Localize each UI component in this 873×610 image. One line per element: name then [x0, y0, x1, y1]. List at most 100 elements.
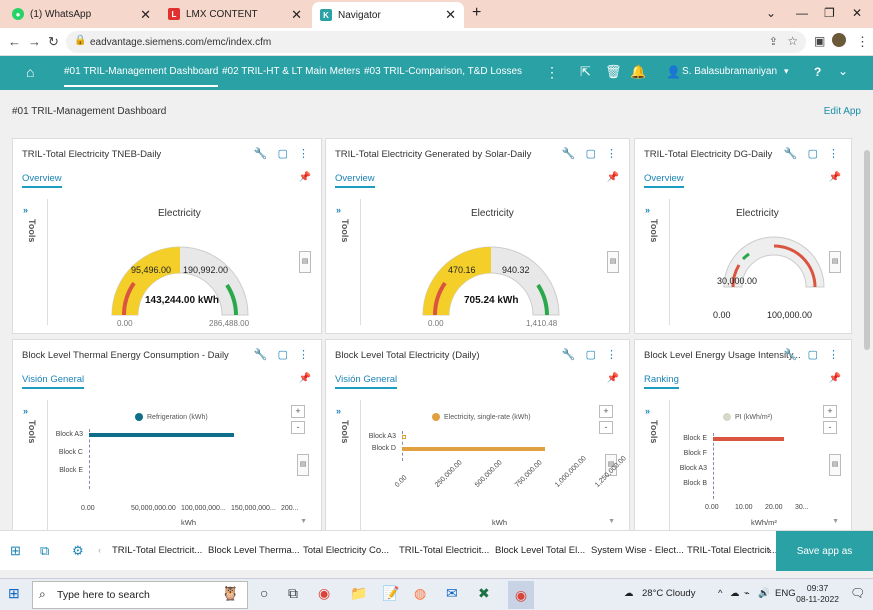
- zoom-out-button[interactable]: -: [823, 421, 837, 434]
- overview-tab[interactable]: Overview: [22, 173, 62, 188]
- more-icon[interactable]: ⋮: [298, 348, 309, 361]
- zoom-in-button[interactable]: +: [599, 405, 613, 418]
- sidepanel-icon[interactable]: ▣: [814, 34, 825, 48]
- pin-icon[interactable]: 📌: [829, 172, 841, 183]
- bell-icon[interactable]: 🔔: [630, 64, 646, 80]
- help-icon[interactable]: ?: [814, 65, 821, 79]
- chevron-down-icon[interactable]: ⌄: [766, 6, 776, 20]
- bottom-item[interactable]: Block Level Total El...: [495, 545, 585, 556]
- tools-panel[interactable]: » Tools: [23, 205, 43, 242]
- pin-icon[interactable]: 📌: [829, 373, 841, 384]
- add-widget-icon[interactable]: ⊞: [10, 543, 21, 559]
- scroll-left-icon[interactable]: ‹: [98, 545, 101, 556]
- bottom-item[interactable]: TRIL-Total Electricit...: [687, 545, 777, 556]
- bottom-item[interactable]: Block Level Therma...: [208, 545, 300, 556]
- overview-tab[interactable]: Visión General: [22, 374, 85, 389]
- scroll-down-icon[interactable]: ▼: [608, 518, 615, 525]
- tab-comparison[interactable]: #03 TRIL-Comparison, T&D Losses: [364, 66, 522, 77]
- more-icon[interactable]: ⋮: [606, 348, 617, 361]
- share-icon[interactable]: ⇪: [769, 35, 778, 48]
- table-view-icon[interactable]: ▤: [829, 454, 841, 476]
- pin-icon[interactable]: 📌: [299, 172, 311, 183]
- tab-navigator[interactable]: K Navigator ✕: [312, 2, 464, 28]
- table-view-icon[interactable]: ▤: [607, 251, 619, 273]
- volume-icon[interactable]: 🔊: [758, 588, 770, 599]
- table-view-icon[interactable]: ▤: [297, 454, 309, 476]
- copy-icon[interactable]: ⧉: [40, 543, 49, 559]
- more-icon[interactable]: ⋮: [606, 147, 617, 160]
- tools-panel[interactable]: » Tools: [645, 406, 665, 443]
- ranking-tab[interactable]: Ranking: [644, 374, 679, 389]
- more-icon[interactable]: ⋮: [298, 147, 309, 160]
- gear-icon[interactable]: ⚙: [72, 543, 84, 559]
- zoom-in-button[interactable]: +: [823, 405, 837, 418]
- pin-icon[interactable]: 📌: [607, 373, 619, 384]
- cortana-circle-icon[interactable]: ○: [260, 585, 268, 601]
- page-scrollbar[interactable]: [863, 138, 871, 530]
- wrench-icon[interactable]: 🔧: [562, 147, 576, 160]
- clock[interactable]: 09:37 08-11-2022: [796, 583, 839, 605]
- more-icon[interactable]: ⋮: [828, 147, 839, 160]
- close-icon[interactable]: ✕: [140, 7, 151, 23]
- bottom-item[interactable]: TRIL-Total Electricit...: [112, 545, 202, 556]
- scroll-down-icon[interactable]: ▼: [832, 518, 839, 525]
- bottom-item[interactable]: System Wise - Elect...: [591, 545, 684, 556]
- weather-text[interactable]: 28°C Cloudy: [642, 588, 695, 599]
- reload-icon[interactable]: ↻: [48, 34, 59, 50]
- bottom-item[interactable]: TRIL-Total Electricit...: [399, 545, 489, 556]
- restore-icon[interactable]: ❐: [824, 6, 835, 20]
- file-explorer-icon[interactable]: 📁: [350, 585, 367, 602]
- forward-icon[interactable]: →: [28, 34, 41, 49]
- tab-main-meters[interactable]: #02 TRIL-HT & LT Main Meters: [222, 66, 360, 77]
- zoom-out-button[interactable]: -: [291, 421, 305, 434]
- outlook-icon[interactable]: ✉: [446, 585, 458, 602]
- chrome-icon[interactable]: ◉: [318, 585, 330, 602]
- scroll-right-icon[interactable]: ›: [768, 545, 771, 556]
- wrench-icon[interactable]: 🔧: [254, 147, 268, 160]
- tab-whatsapp[interactable]: ● (1) WhatsApp ✕: [4, 0, 159, 28]
- close-icon[interactable]: ✕: [291, 7, 302, 23]
- zoom-in-button[interactable]: +: [291, 405, 305, 418]
- zoom-out-button[interactable]: -: [599, 421, 613, 434]
- table-view-icon[interactable]: ▤: [299, 251, 311, 273]
- edit-app-link[interactable]: Edit App: [824, 106, 861, 117]
- close-icon[interactable]: ✕: [445, 7, 456, 23]
- task-view-icon[interactable]: ⧉: [288, 585, 298, 602]
- firefox-icon[interactable]: ◍: [414, 585, 426, 602]
- window-icon[interactable]: ▢: [808, 147, 818, 160]
- pin-icon[interactable]: 📌: [607, 172, 619, 183]
- window-icon[interactable]: ▢: [278, 147, 288, 160]
- notifications-icon[interactable]: 🗨: [850, 586, 865, 600]
- overview-tab[interactable]: Overview: [644, 173, 684, 188]
- wrench-icon[interactable]: 🔧: [784, 147, 798, 160]
- menu-dots-icon[interactable]: ⋮: [856, 34, 869, 50]
- tools-panel[interactable]: » Tools: [645, 205, 665, 242]
- bottom-item[interactable]: Total Electricity Co...: [303, 545, 389, 556]
- language-indicator[interactable]: ENG: [775, 588, 796, 599]
- tools-panel[interactable]: » Tools: [336, 406, 356, 443]
- chrome-active-icon[interactable]: ◉: [508, 581, 534, 609]
- tray-chevron-icon[interactable]: ^: [718, 588, 722, 599]
- expand-icon[interactable]: ⌄: [838, 64, 848, 78]
- url-field[interactable]: 🔒 eadvantage.siemens.com/emc/index.cfm ⇪…: [66, 31, 806, 53]
- onedrive-icon[interactable]: ☁: [730, 588, 740, 599]
- minimize-icon[interactable]: —: [796, 6, 808, 20]
- scroll-down-icon[interactable]: ▼: [300, 518, 307, 525]
- wrench-icon[interactable]: 🔧: [254, 348, 268, 361]
- save-app-as-button[interactable]: Save app as: [776, 531, 873, 571]
- overview-tab[interactable]: Overview: [335, 173, 375, 188]
- more-icon[interactable]: ⋮: [545, 64, 559, 81]
- tools-panel[interactable]: » Tools: [336, 205, 356, 242]
- star-icon[interactable]: ☆: [787, 34, 798, 48]
- user-name[interactable]: S. Balasubramaniyan: [682, 66, 777, 77]
- home-icon[interactable]: ⌂: [26, 64, 34, 80]
- tab-lmx[interactable]: L LMX CONTENT ✕: [160, 0, 310, 28]
- new-tab-icon[interactable]: +: [472, 4, 481, 22]
- pin-icon[interactable]: 📌: [299, 373, 311, 384]
- notepad-icon[interactable]: 📝: [382, 585, 399, 602]
- scrollbar-thumb[interactable]: [864, 150, 870, 350]
- export-icon[interactable]: ⇱: [580, 64, 591, 80]
- windows-start-icon[interactable]: ⊞: [8, 585, 20, 602]
- avatar[interactable]: [832, 33, 846, 47]
- wrench-icon[interactable]: 🔧: [562, 348, 576, 361]
